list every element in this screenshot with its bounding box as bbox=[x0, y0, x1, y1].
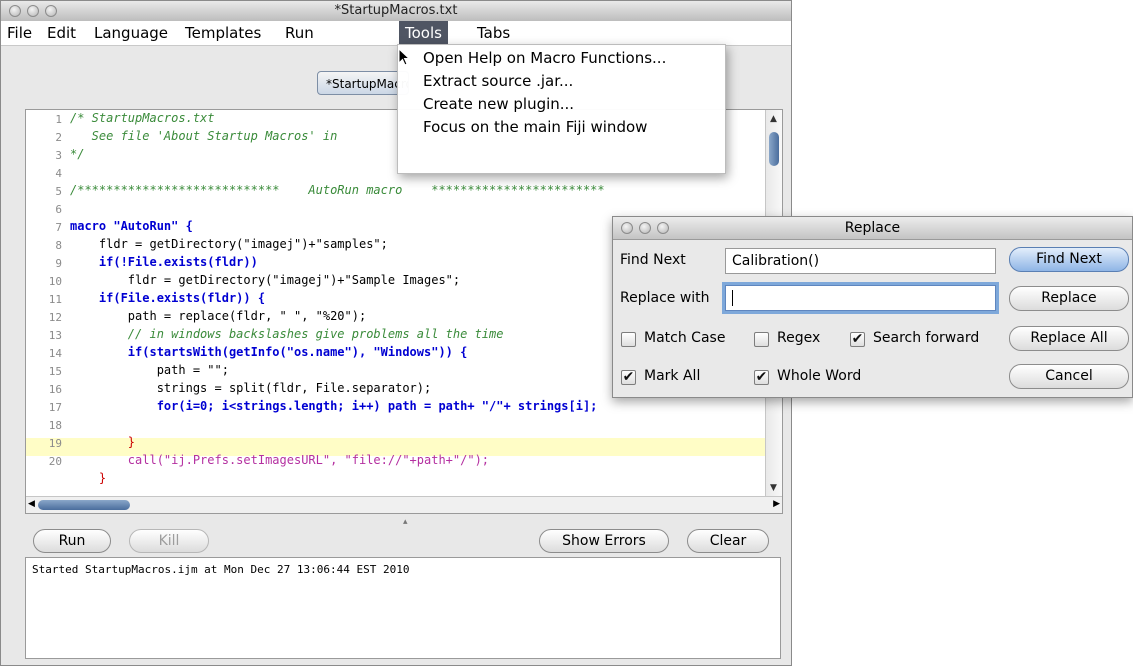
menu-file[interactable]: File bbox=[1, 21, 38, 45]
menu-tools[interactable]: Tools bbox=[399, 21, 448, 45]
scroll-right-icon[interactable]: ▶ bbox=[773, 499, 780, 509]
menu-templates[interactable]: Templates bbox=[179, 21, 267, 45]
window-title: *StartupMacros.txt bbox=[334, 3, 458, 18]
whole-word-checkbox[interactable]: ✔ bbox=[754, 370, 769, 385]
code-line: /**************************** AutoRun ma… bbox=[70, 183, 605, 197]
scroll-up-icon[interactable]: ▲ bbox=[770, 114, 777, 124]
checkmark-icon: ✔ bbox=[755, 369, 768, 385]
editor-horizontal-scrollbar[interactable]: ◀ ▶ bbox=[26, 496, 782, 513]
regex-checkbox[interactable] bbox=[754, 332, 769, 347]
menu-run[interactable]: Run bbox=[279, 21, 320, 45]
menu-language[interactable]: Language bbox=[88, 21, 174, 45]
replace-all-button[interactable]: Replace All bbox=[1009, 326, 1129, 351]
line-number: 9 bbox=[55, 257, 62, 270]
window-titlebar[interactable]: *StartupMacros.txt bbox=[1, 1, 791, 22]
scroll-left-icon[interactable]: ◀ bbox=[28, 499, 35, 509]
dialog-titlebar[interactable]: Replace bbox=[613, 217, 1132, 240]
line-number: 4 bbox=[55, 167, 62, 180]
menu-tabs[interactable]: Tabs bbox=[471, 21, 516, 45]
replace-field[interactable] bbox=[725, 285, 996, 311]
replace-button[interactable]: Replace bbox=[1009, 286, 1129, 311]
splitter-handle-icon[interactable]: ▴ bbox=[403, 517, 408, 527]
code-line: call("ij.Prefs.setImagesURL", "file://"+… bbox=[70, 453, 490, 467]
line-number: 19 bbox=[48, 437, 62, 450]
find-label: Find Next bbox=[620, 252, 686, 268]
mouse-pointer-icon bbox=[398, 48, 411, 66]
text-caret bbox=[732, 290, 733, 306]
line-number: 13 bbox=[48, 329, 62, 342]
search-forward-label: Search forward bbox=[873, 330, 980, 346]
menu-edit[interactable]: Edit bbox=[41, 21, 82, 45]
dialog-title: Replace bbox=[844, 220, 901, 236]
line-number: 15 bbox=[48, 365, 62, 378]
code-line: } bbox=[70, 435, 136, 449]
line-number: 3 bbox=[55, 149, 62, 162]
line-number: 7 bbox=[55, 221, 62, 234]
menu-item-open-help[interactable]: Open Help on Macro Functions... bbox=[423, 49, 666, 67]
code-line: } bbox=[70, 471, 107, 485]
run-button[interactable]: Run bbox=[33, 529, 111, 553]
cancel-button[interactable]: Cancel bbox=[1009, 364, 1129, 389]
tools-dropdown-menu: Open Help on Macro Functions... Extract … bbox=[397, 44, 726, 174]
menu-item-create-plugin[interactable]: Create new plugin... bbox=[423, 95, 574, 113]
line-number: 5 bbox=[55, 185, 62, 198]
mark-all-checkbox[interactable]: ✔ bbox=[621, 370, 636, 385]
line-number: 16 bbox=[48, 383, 62, 396]
line-number: 11 bbox=[48, 293, 62, 306]
search-forward-checkbox[interactable]: ✔ bbox=[850, 332, 865, 347]
find-next-button[interactable]: Find Next bbox=[1009, 247, 1129, 272]
kill-button[interactable]: Kill bbox=[129, 529, 209, 553]
line-number: 20 bbox=[48, 455, 62, 468]
replace-dialog: Replace Find Next Calibration() Replace … bbox=[612, 216, 1133, 398]
line-number: 14 bbox=[48, 347, 62, 360]
scroll-down-icon[interactable]: ▼ bbox=[770, 483, 777, 493]
line-number: 17 bbox=[48, 401, 62, 414]
line-number: 18 bbox=[48, 419, 62, 432]
line-number: 1 bbox=[55, 113, 62, 126]
menubar: File Edit Language Templates Run Tools T… bbox=[1, 21, 791, 46]
checkmark-icon: ✔ bbox=[851, 331, 864, 347]
horizontal-scroll-thumb[interactable] bbox=[38, 500, 130, 510]
match-case-checkbox[interactable] bbox=[621, 332, 636, 347]
output-log[interactable]: Started StartupMacros.ijm at Mon Dec 27 … bbox=[25, 557, 781, 659]
code-line: for(i=0; i<strings.length; i++) path = p… bbox=[70, 399, 598, 413]
line-number: 6 bbox=[55, 203, 62, 216]
clear-button[interactable]: Clear bbox=[687, 529, 769, 553]
checkmark-icon: ✔ bbox=[622, 369, 635, 385]
match-case-label: Match Case bbox=[644, 330, 726, 346]
find-field[interactable]: Calibration() bbox=[725, 248, 996, 274]
mark-all-label: Mark All bbox=[644, 368, 701, 384]
replace-label: Replace with bbox=[620, 290, 710, 306]
vertical-scroll-thumb[interactable] bbox=[769, 132, 779, 166]
line-number: 12 bbox=[48, 311, 62, 324]
regex-label: Regex bbox=[777, 330, 821, 346]
menu-item-extract-source[interactable]: Extract source .jar... bbox=[423, 72, 573, 90]
show-errors-button[interactable]: Show Errors bbox=[539, 529, 669, 553]
line-number: 8 bbox=[55, 239, 62, 252]
menu-item-focus-fiji[interactable]: Focus on the main Fiji window bbox=[423, 118, 647, 136]
line-number: 10 bbox=[48, 275, 62, 288]
line-number: 2 bbox=[55, 131, 62, 144]
whole-word-label: Whole Word bbox=[777, 368, 862, 384]
tab-startup-macros[interactable]: *StartupMacros.txt bbox=[317, 71, 409, 95]
